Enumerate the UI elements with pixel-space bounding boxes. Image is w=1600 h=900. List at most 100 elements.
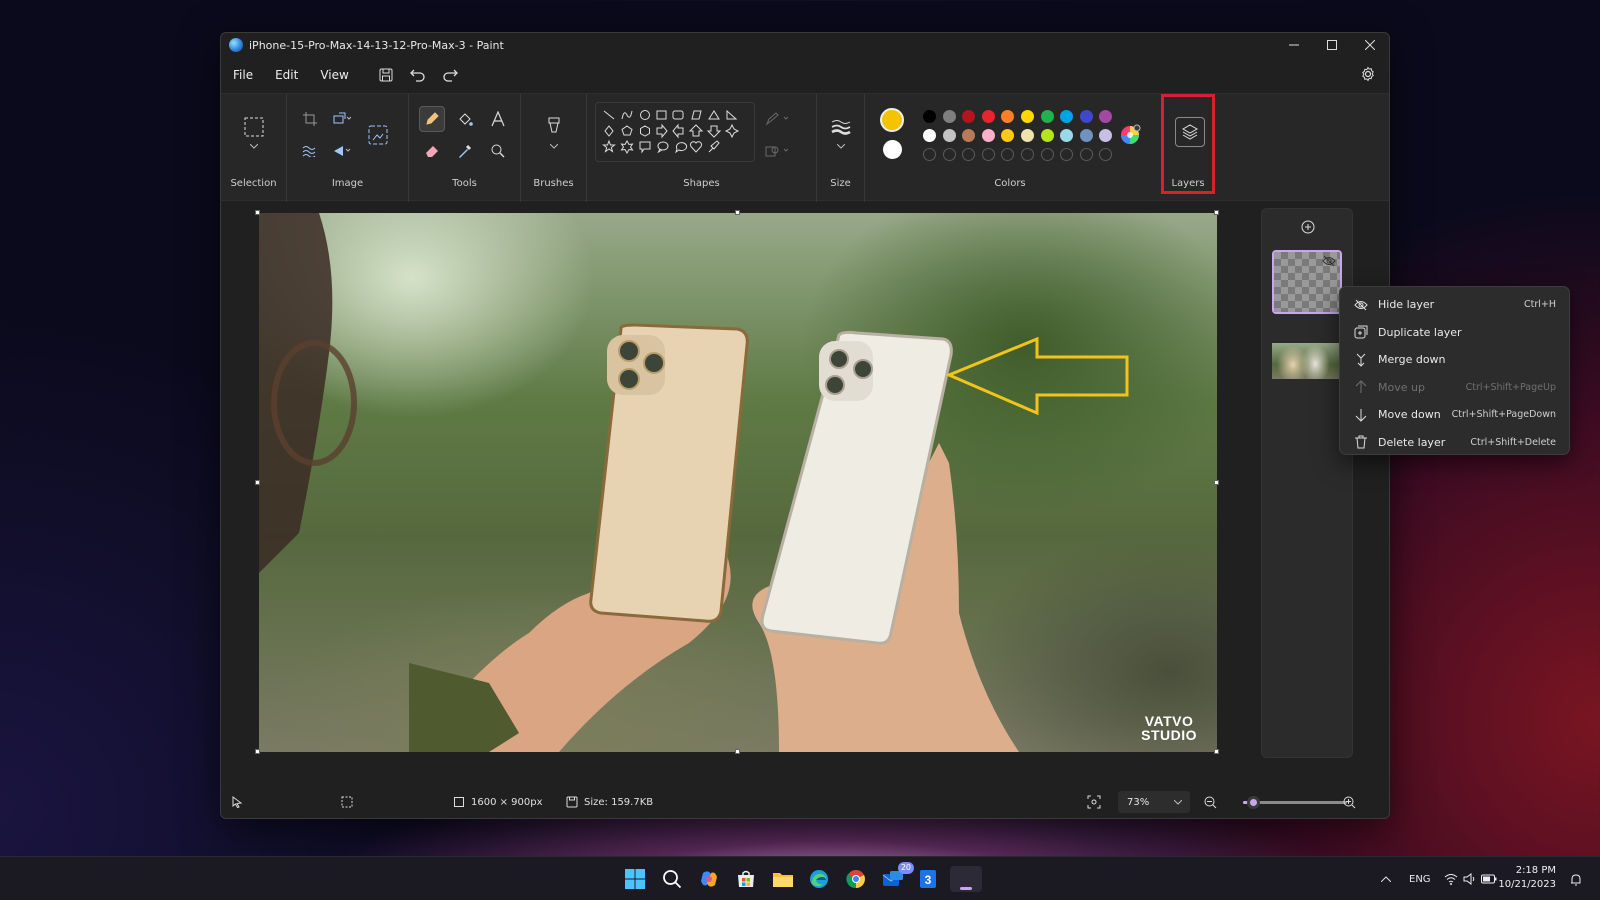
palette-color-swatch[interactable] [1099, 110, 1113, 123]
custom-color-slot[interactable] [1079, 148, 1093, 161]
palette-color-swatch[interactable] [1099, 129, 1113, 142]
crop-button[interactable] [297, 106, 323, 132]
secondary-color-swatch[interactable] [883, 140, 902, 159]
resize-handle-left[interactable] [255, 480, 260, 485]
calendar-button[interactable]: 3 [915, 866, 941, 892]
menu-item-merge-down[interactable]: Merge down [1340, 346, 1569, 374]
eye-off-icon[interactable] [1322, 255, 1336, 267]
custom-color-slot[interactable] [1040, 148, 1054, 161]
brushes-button[interactable] [541, 114, 567, 140]
zoom-out-button[interactable] [1204, 786, 1217, 818]
custom-color-slot[interactable] [1021, 148, 1034, 161]
selection-dropdown[interactable] [241, 139, 267, 153]
volume-button[interactable] [1463, 857, 1475, 900]
close-button[interactable] [1351, 33, 1389, 57]
resize-handle-right[interactable] [1214, 480, 1219, 485]
flip-button[interactable] [329, 138, 355, 164]
outline-button[interactable] [765, 106, 791, 132]
mail-button[interactable]: 20 [880, 862, 914, 892]
size-dropdown[interactable] [828, 139, 854, 153]
custom-color-slot[interactable] [1060, 148, 1074, 161]
notifications-button[interactable] [1570, 857, 1582, 900]
zoom-in-button[interactable] [1343, 786, 1356, 818]
paint-taskbar-button[interactable] [950, 866, 982, 892]
start-button[interactable] [622, 866, 648, 892]
layer-thumbnail-1[interactable] [1272, 250, 1342, 314]
save-button[interactable] [371, 62, 401, 88]
network-button[interactable] [1444, 857, 1458, 900]
file-explorer-button[interactable] [770, 866, 796, 892]
custom-color-slot[interactable] [923, 148, 936, 161]
resize-handle-bottom[interactable] [735, 749, 740, 754]
minimize-button[interactable] [1275, 33, 1313, 57]
fit-to-window-button[interactable] [1087, 786, 1101, 818]
palette-color-swatch[interactable] [1040, 110, 1054, 123]
palette-color-swatch[interactable] [1040, 129, 1054, 142]
layer-thumbnail-2[interactable] [1272, 329, 1342, 393]
menu-view[interactable]: View [320, 68, 348, 82]
palette-color-swatch[interactable] [1001, 110, 1015, 123]
custom-color-slot[interactable] [1099, 148, 1113, 161]
resize-handle-top-left[interactable] [255, 210, 260, 215]
undo-button[interactable] [403, 62, 433, 88]
palette-color-swatch[interactable] [962, 110, 976, 123]
palette-color-swatch[interactable] [1079, 129, 1093, 142]
zoom-slider-thumb[interactable] [1247, 796, 1261, 809]
chrome-button[interactable] [843, 866, 869, 892]
custom-color-slot[interactable] [1001, 148, 1015, 161]
menu-item-delete-layer[interactable]: Delete layer Ctrl+Shift+Delete [1340, 429, 1569, 457]
custom-color-slot[interactable] [942, 148, 956, 161]
clock[interactable]: 2:18 PM 10/21/2023 [1498, 864, 1556, 892]
palette-color-swatch[interactable] [1021, 129, 1034, 142]
palette-color-swatch[interactable] [981, 129, 995, 142]
size-button[interactable] [828, 114, 854, 140]
palette-color-swatch[interactable] [942, 110, 956, 123]
selection-tool-button[interactable] [241, 114, 267, 140]
zoom-slider[interactable] [1243, 796, 1347, 809]
menu-edit[interactable]: Edit [275, 68, 298, 82]
copilot-button[interactable] [696, 866, 722, 892]
palette-color-swatch[interactable] [1079, 110, 1093, 123]
fill-tool-button[interactable] [452, 106, 478, 132]
search-button[interactable] [659, 866, 685, 892]
resize-handle-bottom-left[interactable] [255, 749, 260, 754]
palette-color-swatch[interactable] [962, 129, 976, 142]
custom-color-slot[interactable] [962, 148, 976, 161]
title-bar[interactable]: iPhone-15-Pro-Max-14-13-12-Pro-Max-3 - P… [221, 33, 1389, 57]
palette-color-swatch[interactable] [942, 129, 956, 142]
resize-handle-bottom-right[interactable] [1214, 749, 1219, 754]
resize-handle-top[interactable] [735, 210, 740, 215]
fill-style-button[interactable] [765, 138, 791, 164]
edit-colors-button[interactable] [1117, 122, 1143, 148]
store-button[interactable] [733, 866, 759, 892]
color-picker-button[interactable] [452, 138, 478, 164]
brushes-dropdown[interactable] [541, 139, 567, 153]
menu-file[interactable]: File [233, 68, 253, 82]
palette-color-swatch[interactable] [981, 110, 995, 123]
eraser-tool-button[interactable] [419, 138, 445, 164]
palette-color-swatch[interactable] [1060, 110, 1074, 123]
pencil-tool-button[interactable] [419, 106, 445, 132]
menu-item-hide-layer[interactable]: Hide layer Ctrl+H [1340, 291, 1569, 319]
palette-color-swatch[interactable] [1060, 129, 1074, 142]
text-tool-button[interactable] [485, 106, 511, 132]
menu-item-move-down[interactable]: Move down Ctrl+Shift+PageDown [1340, 401, 1569, 429]
edge-button[interactable] [806, 866, 832, 892]
palette-color-swatch[interactable] [1001, 129, 1015, 142]
palette-color-swatch[interactable] [923, 110, 936, 123]
remove-background-button[interactable] [365, 122, 391, 148]
resize-button[interactable] [329, 106, 355, 132]
canvas-image[interactable]: VATVO STUDIO [259, 213, 1217, 752]
add-layer-button[interactable] [1300, 219, 1316, 235]
custom-color-slot[interactable] [981, 148, 995, 161]
settings-button[interactable] [1359, 65, 1377, 83]
palette-color-swatch[interactable] [923, 129, 936, 142]
menu-item-duplicate-layer[interactable]: Duplicate layer [1340, 319, 1569, 347]
battery-button[interactable] [1481, 857, 1497, 900]
resize-handle-top-right[interactable] [1214, 210, 1219, 215]
magnifier-tool-button[interactable] [485, 138, 511, 164]
image-filter-button[interactable] [297, 138, 323, 164]
primary-color-swatch[interactable] [880, 108, 904, 132]
language-indicator[interactable]: ENG [1409, 857, 1431, 900]
zoom-level-dropdown[interactable]: 73% [1118, 791, 1190, 813]
